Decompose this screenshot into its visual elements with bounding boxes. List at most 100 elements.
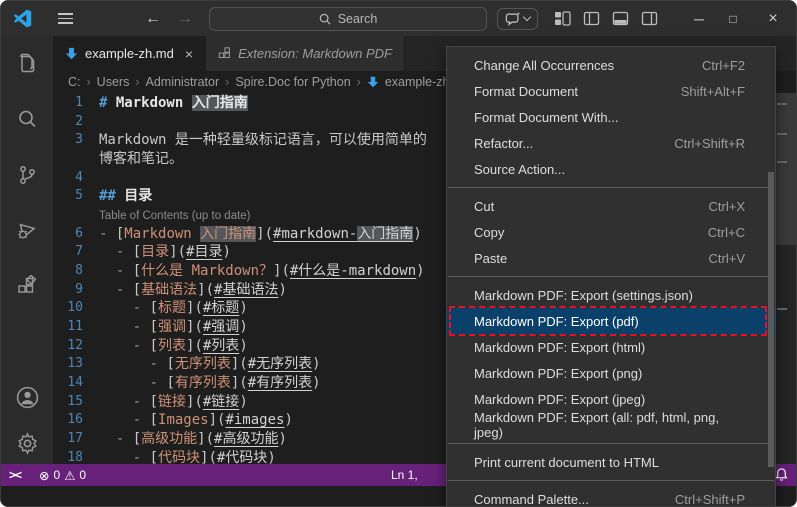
tab-example-zh-md[interactable]: example-zh.md × (53, 36, 207, 71)
errors-count: 0 (53, 468, 61, 482)
search-sidebar-icon[interactable] (14, 106, 40, 132)
back-icon[interactable]: ← (145, 10, 161, 28)
menu-scrollbar[interactable] (768, 172, 774, 467)
menu-separator (448, 443, 774, 444)
menu-item[interactable]: Paste Ctrl+V (447, 245, 775, 271)
menu-item[interactable]: Copy Ctrl+C (447, 219, 775, 245)
line-number: 14 (67, 375, 83, 391)
line-text: - [无序列表](#无序列表) (99, 356, 321, 373)
line-number: 10 (67, 300, 83, 316)
menu-item[interactable]: Format Document Shift+Alt+F (447, 78, 775, 104)
line-number: 1 (75, 95, 83, 110)
markdown-file-icon (367, 76, 379, 88)
menu-item[interactable]: Format Document With... (447, 104, 775, 130)
settings-gear-icon[interactable] (14, 430, 40, 456)
tab-extension-markdown-pdf[interactable]: Extension: Markdown PDF (206, 36, 405, 71)
line-number: 13 (67, 356, 83, 372)
toggle-panel-icon[interactable] (612, 10, 629, 27)
problems-status[interactable]: ⊗ 0 ⚠ 0 (39, 468, 86, 483)
line-number (53, 206, 99, 225)
menu-item-label: Source Action... (474, 161, 566, 177)
menu-item[interactable]: Refactor... Ctrl+Shift+R (447, 130, 775, 156)
minimap[interactable] (774, 93, 796, 464)
chevron-down-icon[interactable] (522, 12, 532, 22)
line-text: - [Markdown 入门指南](#markdown-入门指南) (99, 225, 422, 242)
explorer-icon[interactable] (14, 50, 40, 76)
breadcrumb-item[interactable]: C: (68, 75, 81, 89)
breadcrumb-separator-icon: › (225, 75, 230, 89)
search-label: Search (337, 11, 378, 26)
forward-icon[interactable]: → (177, 10, 193, 28)
markdown-file-icon (65, 47, 78, 60)
menu-item[interactable]: Source Action... (447, 156, 775, 182)
menu-item-label: Markdown PDF: Export (settings.json) (474, 287, 693, 303)
toggle-primary-sidebar-icon[interactable] (583, 10, 600, 27)
titlebar-right: ─ □ × (497, 7, 796, 30)
menu-item[interactable]: Markdown PDF: Export (png) (447, 360, 775, 386)
breadcrumb-item[interactable]: Spire.Doc for Python (235, 75, 350, 89)
menu-item-label: Command Palette... (474, 491, 589, 507)
menu-separator (448, 187, 774, 188)
menu-item-label: Markdown PDF: Export (html) (474, 339, 646, 355)
remote-indicator-icon[interactable]: >< (9, 468, 22, 482)
minimize-button[interactable]: ─ (684, 11, 714, 27)
line-text: - [标题](#标题) (99, 300, 248, 317)
search-input[interactable]: Search (209, 6, 487, 31)
menu-item[interactable]: Markdown PDF: Export (html) (447, 334, 775, 360)
menu-item-shortcut: Shift+Alt+F (680, 83, 745, 99)
run-debug-icon[interactable] (14, 218, 40, 244)
menu-item-label: Print current document to HTML (474, 454, 659, 470)
menu-item-label: Change All Occurrences (474, 57, 615, 73)
extensions-icon[interactable] (14, 274, 40, 300)
line-text: - [基础语法](#基础语法) (99, 281, 287, 298)
breadcrumb-item[interactable]: Administrator (146, 75, 220, 89)
menu-item[interactable]: Markdown PDF: Export (settings.json) (447, 282, 775, 308)
line-text: Table of Contents (up to date) (99, 210, 251, 223)
menu-item-label: Cut (474, 198, 495, 214)
history-nav: ← → (145, 10, 193, 28)
menu-item-label: Markdown PDF: Export (png) (474, 365, 643, 381)
menu-item[interactable]: Change All Occurrences Ctrl+F2 (447, 52, 775, 78)
menu-item[interactable]: Markdown PDF: Export (jpeg) (447, 386, 775, 412)
vscode-window: ← → Search ─ □ × example-zh.md × Extensi… (0, 0, 797, 507)
tab-close-icon[interactable]: × (185, 46, 193, 62)
menu-item[interactable]: Cut Ctrl+X (447, 193, 775, 219)
line-number: 9 (75, 281, 83, 297)
copilot-button[interactable] (497, 7, 538, 30)
menu-item-label: Markdown PDF: Export (jpeg) (474, 391, 646, 407)
toggle-secondary-sidebar-icon[interactable] (641, 10, 658, 27)
line-text: - [目录](#目录) (99, 244, 231, 261)
tab-label: example-zh.md (85, 46, 174, 61)
search-icon (319, 13, 331, 25)
menu-icon[interactable] (58, 13, 73, 24)
breadcrumb-item[interactable]: Users (97, 75, 130, 89)
line-number: 3 (75, 132, 83, 148)
menu-item-label: Format Document (474, 83, 579, 99)
minimap-slider[interactable] (774, 93, 796, 245)
menu-item-shortcut: Ctrl+X (708, 198, 745, 214)
line-number: 2 (75, 113, 83, 129)
maximize-button[interactable]: □ (718, 12, 748, 26)
menu-item-shortcut: Ctrl+Shift+R (674, 135, 745, 151)
line-number: 17 (67, 431, 83, 447)
menu-item[interactable]: Print current document to HTML (447, 449, 775, 475)
menu-separator (448, 276, 774, 277)
menu-item[interactable]: Markdown PDF: Export (pdf) (447, 306, 775, 336)
notifications-bell-icon[interactable] (774, 467, 789, 482)
activity-bar-bottom (14, 384, 40, 456)
account-icon[interactable] (14, 384, 40, 410)
source-control-icon[interactable] (14, 162, 40, 188)
cursor-position[interactable]: Ln 1, (391, 468, 418, 482)
line-number: 12 (67, 337, 83, 353)
line-text: - [链接](#链接) (99, 393, 248, 410)
layout-controls (554, 10, 658, 27)
menu-item[interactable]: Markdown PDF: Export (all: pdf, html, pn… (447, 410, 775, 440)
menu-item-label: Markdown PDF: Export (pdf) (474, 313, 639, 329)
menu-item[interactable]: Command Palette... Ctrl+Shift+P (447, 486, 775, 507)
close-window-button[interactable]: × (758, 10, 788, 28)
line-text: - [强调](#强调) (99, 319, 248, 336)
menu-item-label: Format Document With... (474, 109, 619, 125)
customize-layout-icon[interactable] (554, 10, 571, 27)
line-text: ## 目录 (99, 188, 153, 205)
breadcrumb-separator-icon: › (86, 75, 91, 89)
